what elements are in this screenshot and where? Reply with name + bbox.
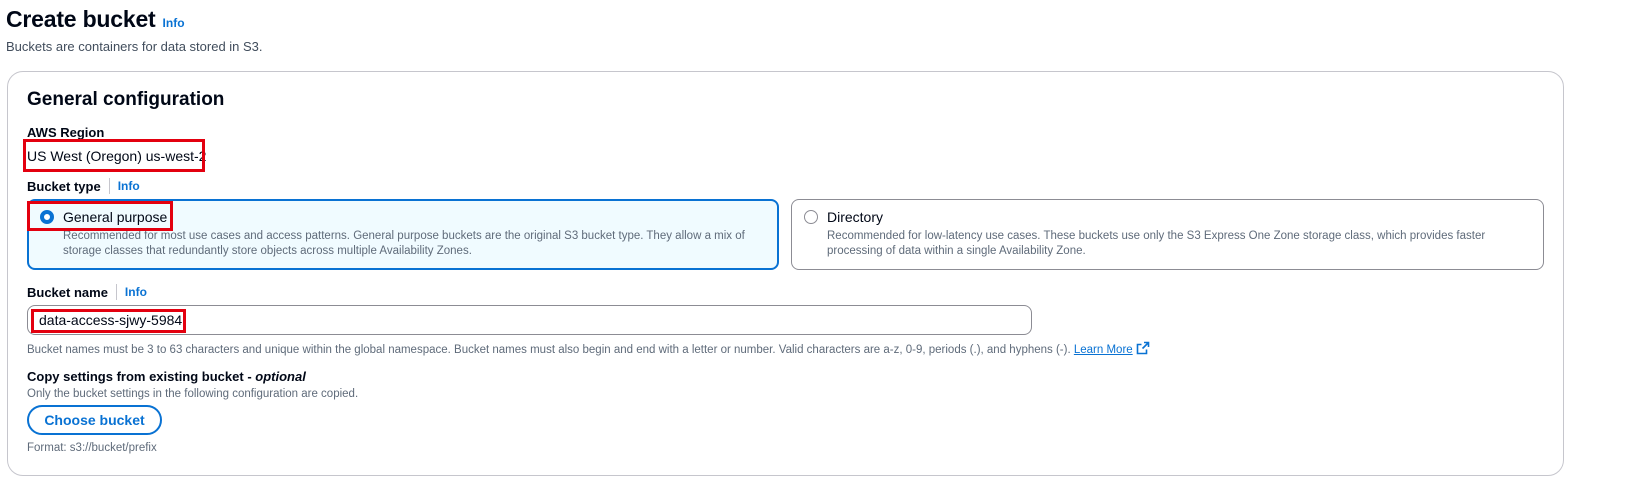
choose-bucket-button[interactable]: Choose bucket [27,405,162,435]
bucket-name-label: Bucket name Info [27,284,147,300]
general-configuration-panel: General configuration AWS Region US West… [7,71,1564,476]
bucket-name-input[interactable] [27,305,1032,335]
copy-settings-label: Copy settings from existing bucket - opt… [27,369,306,384]
page-header: Create bucket Info [6,6,185,33]
directory-description: Recommended for low-latency use cases. T… [827,230,1486,257]
copy-settings-description: Only the bucket settings in the followin… [27,388,359,400]
learn-more-link[interactable]: Learn More [1074,341,1150,356]
aws-region-value: US West (Oregon) us-west-2 [27,148,207,164]
bucket-name-hint: Bucket names must be 3 to 63 characters … [27,341,1150,356]
create-bucket-page: Create bucket Info Buckets are container… [0,0,1631,496]
copy-settings-label-text: Copy settings from existing bucket - [27,369,256,384]
external-link-icon [1136,341,1149,355]
label-divider [115,284,117,300]
bucket-name-info-link[interactable]: Info [125,285,147,299]
header-info-link[interactable]: Info [163,16,185,30]
aws-region-label: AWS Region [27,125,105,140]
bucket-type-label-text: Bucket type [27,178,101,194]
learn-more-text[interactable]: Learn More [1074,344,1133,356]
bucket-type-info-link[interactable]: Info [118,179,140,193]
label-divider [108,178,110,194]
page-description: Buckets are containers for data stored i… [6,39,263,54]
general-purpose-description: Recommended for most use cases and acces… [63,230,745,257]
bucket-type-label: Bucket type Info [27,178,140,194]
panel-title: General configuration [27,89,225,110]
bucket-type-general-purpose-tile[interactable]: General purpose Recommended for most use… [27,199,779,270]
page-title: Create bucket [6,6,156,32]
bucket-type-directory-tile[interactable]: Directory Recommended for low-latency us… [791,199,1544,270]
format-hint: Format: s3://bucket/prefix [27,442,157,454]
bucket-name-hint-text: Bucket names must be 3 to 63 characters … [27,344,1071,356]
directory-radio[interactable] [804,210,818,224]
general-purpose-radio[interactable] [40,210,54,224]
copy-settings-optional: optional [255,369,306,384]
general-purpose-title: General purpose [63,209,168,225]
bucket-name-label-text: Bucket name [27,284,108,300]
directory-title: Directory [827,209,884,225]
